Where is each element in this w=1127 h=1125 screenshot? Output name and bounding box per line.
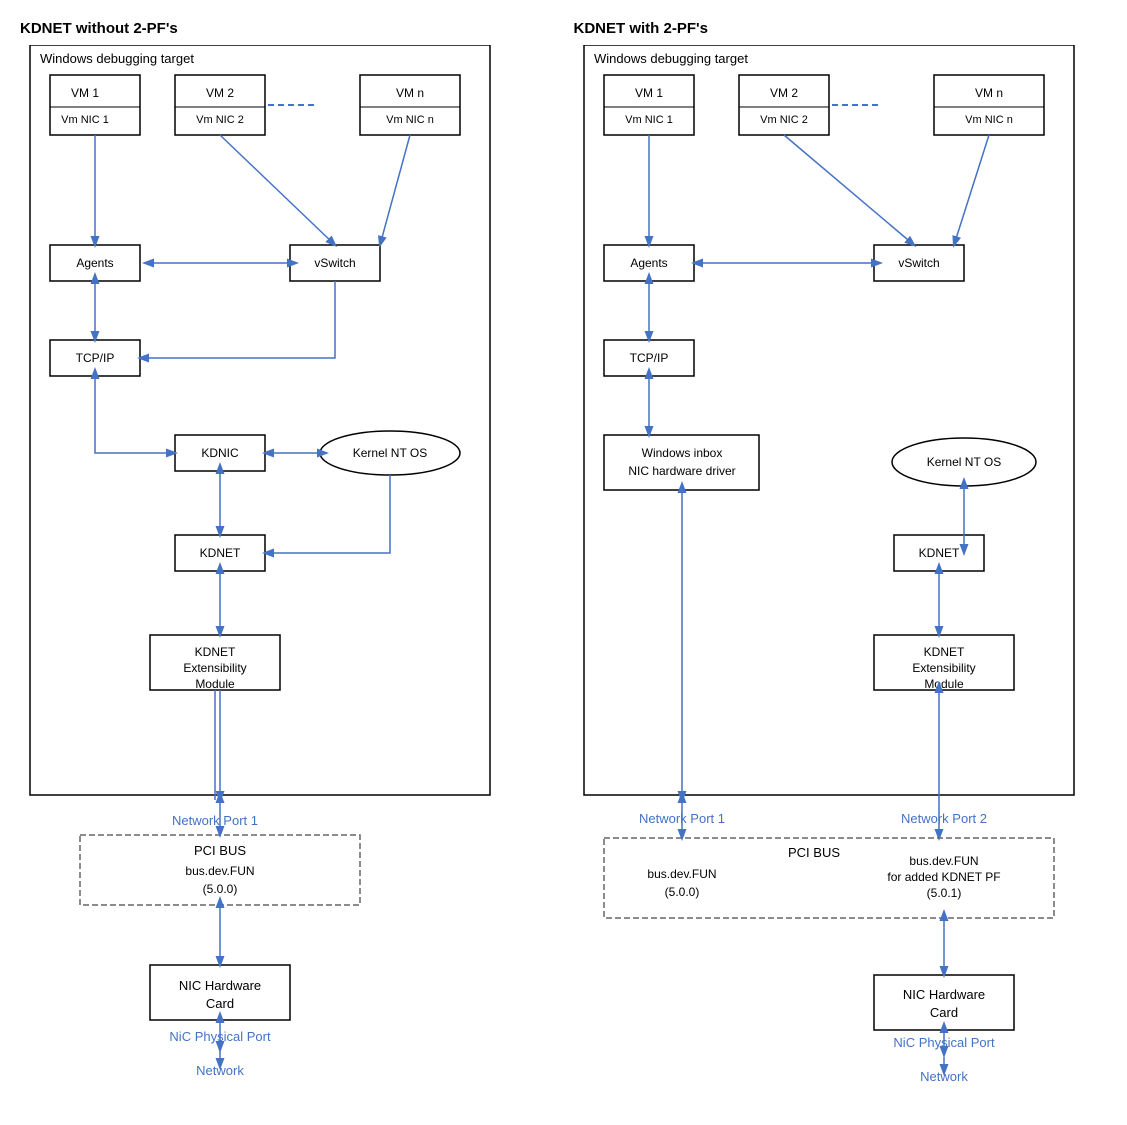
svg-text:(5.0.0): (5.0.0) bbox=[203, 882, 238, 896]
svg-text:KDNET: KDNET bbox=[918, 546, 959, 560]
svg-text:TCP/IP: TCP/IP bbox=[629, 351, 668, 365]
svg-text:VM 1: VM 1 bbox=[71, 86, 99, 100]
svg-text:vSwitch: vSwitch bbox=[898, 256, 939, 270]
svg-text:bus.dev.FUN: bus.dev.FUN bbox=[647, 867, 716, 881]
diagram1-title: KDNET without 2-PF's bbox=[20, 20, 178, 37]
svg-text:Vm NIC 2: Vm NIC 2 bbox=[760, 114, 808, 126]
svg-text:KDNIC: KDNIC bbox=[201, 446, 239, 460]
svg-text:Vm NIC n: Vm NIC n bbox=[386, 114, 434, 126]
svg-text:VM 1: VM 1 bbox=[634, 86, 662, 100]
svg-text:for added KDNET PF: for added KDNET PF bbox=[887, 870, 1000, 884]
svg-text:bus.dev.FUN: bus.dev.FUN bbox=[909, 854, 978, 868]
svg-text:NIC Hardware: NIC Hardware bbox=[902, 987, 984, 1002]
svg-text:Kernel NT OS: Kernel NT OS bbox=[353, 446, 427, 460]
svg-text:PCI BUS: PCI BUS bbox=[194, 843, 246, 858]
svg-text:Windows debugging target: Windows debugging target bbox=[40, 51, 194, 66]
svg-text:Extensibility: Extensibility bbox=[912, 661, 975, 675]
svg-text:KDNET: KDNET bbox=[200, 546, 241, 560]
svg-text:PCI BUS: PCI BUS bbox=[787, 845, 839, 860]
svg-text:(5.0.0): (5.0.0) bbox=[664, 885, 699, 899]
svg-text:Vm NIC 1: Vm NIC 1 bbox=[625, 114, 673, 126]
svg-text:VM 2: VM 2 bbox=[769, 86, 797, 100]
svg-text:Windows inbox: Windows inbox bbox=[641, 446, 722, 460]
svg-text:VM 2: VM 2 bbox=[206, 86, 234, 100]
svg-text:Vm NIC 2: Vm NIC 2 bbox=[196, 114, 244, 126]
svg-text:Network Port 1: Network Port 1 bbox=[172, 813, 258, 828]
diagram2-title: KDNET with 2-PF's bbox=[574, 20, 708, 37]
svg-text:Card: Card bbox=[206, 996, 234, 1011]
svg-text:Card: Card bbox=[929, 1005, 957, 1020]
svg-text:Vm NIC n: Vm NIC n bbox=[965, 114, 1013, 126]
svg-text:TCP/IP: TCP/IP bbox=[76, 351, 115, 365]
svg-text:Extensibility: Extensibility bbox=[183, 661, 246, 675]
svg-text:NIC Hardware: NIC Hardware bbox=[179, 978, 261, 993]
svg-text:Windows debugging target: Windows debugging target bbox=[594, 51, 748, 66]
diagram1-svg: Windows debugging target VM 1 Vm NIC 1 V… bbox=[20, 45, 520, 1105]
svg-text:VM n: VM n bbox=[974, 86, 1002, 100]
svg-text:NIC hardware driver: NIC hardware driver bbox=[628, 464, 735, 478]
svg-text:Kernel NT OS: Kernel NT OS bbox=[926, 455, 1000, 469]
svg-text:(5.0.1): (5.0.1) bbox=[926, 886, 961, 900]
svg-text:Module: Module bbox=[195, 677, 235, 691]
svg-text:Module: Module bbox=[924, 677, 964, 691]
svg-text:bus.dev.FUN: bus.dev.FUN bbox=[185, 864, 254, 878]
svg-text:KDNET: KDNET bbox=[195, 645, 236, 659]
svg-text:Agents: Agents bbox=[76, 256, 113, 270]
svg-text:Network Port 2: Network Port 2 bbox=[901, 811, 987, 826]
svg-text:VM n: VM n bbox=[396, 86, 424, 100]
diagram2-svg: Windows debugging target VM 1 Vm NIC 1 V… bbox=[574, 45, 1104, 1105]
svg-text:Vm NIC 1: Vm NIC 1 bbox=[61, 114, 109, 126]
svg-text:KDNET: KDNET bbox=[923, 645, 964, 659]
svg-text:vSwitch: vSwitch bbox=[314, 256, 355, 270]
svg-text:Agents: Agents bbox=[630, 256, 667, 270]
